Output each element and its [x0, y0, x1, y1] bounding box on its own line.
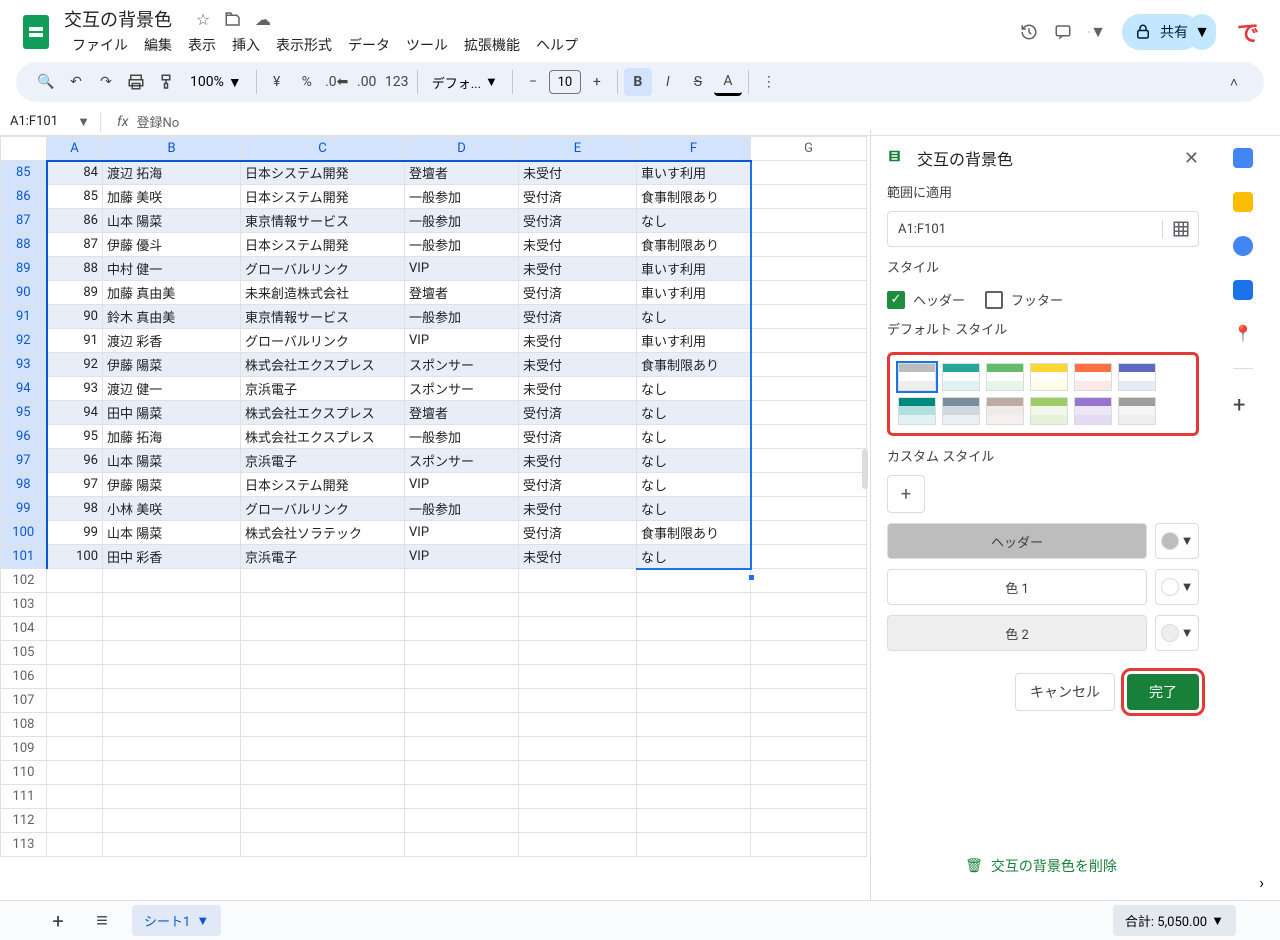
- color1-picker[interactable]: ▼: [1155, 569, 1199, 605]
- meet-icon[interactable]: ▼: [1088, 23, 1106, 41]
- sidepanel-title: 交互の背景色: [917, 146, 1013, 170]
- comment-icon[interactable]: [1054, 23, 1072, 41]
- more-icon[interactable]: ⋮: [755, 68, 783, 96]
- increase-fontsize-icon[interactable]: +: [583, 68, 611, 96]
- zoom-select[interactable]: 100% ▼: [182, 74, 250, 91]
- hide-rail-icon[interactable]: ›: [1259, 873, 1264, 892]
- trash-icon: 🗑: [965, 858, 983, 874]
- header-color-picker[interactable]: ▼: [1155, 523, 1199, 559]
- style-swatch-purple[interactable]: [1074, 397, 1112, 425]
- percent-button[interactable]: %: [293, 68, 321, 96]
- add-addon-icon[interactable]: +: [1233, 393, 1253, 413]
- redo-icon[interactable]: ↷: [92, 68, 120, 96]
- alternating-colors-panel: 交互の背景色 ✕ 範囲に適用 A1:F101 スタイル ✓ヘッダー フッター デ…: [870, 130, 1215, 918]
- tasks-icon[interactable]: [1233, 236, 1253, 256]
- search-icon[interactable]: 🔍: [32, 68, 60, 96]
- apply-range-label: 範囲に適用: [887, 182, 1199, 201]
- maps-icon[interactable]: 📍: [1233, 324, 1253, 344]
- toolbar: 🔍 ↶ ↷ 100% ▼ ¥ % .0⬅ .00 123 デフォ... ▼ − …: [16, 62, 1264, 102]
- add-sheet-icon[interactable]: +: [44, 907, 72, 935]
- style-swatch-blue[interactable]: [1118, 363, 1156, 391]
- currency-button[interactable]: ¥: [263, 68, 291, 96]
- sheet-tabs-bar: + ≡ シート1 ▼ 合計: 5,050.00 ▼: [0, 900, 1280, 940]
- style-swatch-green[interactable]: [986, 363, 1024, 391]
- style-swatch-orange[interactable]: [1074, 363, 1112, 391]
- range-input[interactable]: A1:F101: [888, 222, 1162, 237]
- menu-insert[interactable]: 挿入: [224, 31, 268, 59]
- style-label: スタイル: [887, 257, 1199, 276]
- style-swatch-grey2[interactable]: [942, 397, 980, 425]
- title-bar: 交互の背景色 ☆ ☁ ファイル 編集 表示 挿入 表示形式 データ ツール 拡張…: [0, 0, 1280, 56]
- sheets-logo[interactable]: [16, 12, 56, 52]
- menu-tools[interactable]: ツール: [398, 31, 456, 59]
- format-123-button[interactable]: 123: [383, 68, 411, 96]
- custom-styles-label: カスタム スタイル: [887, 446, 1199, 465]
- textcolor-button[interactable]: A: [714, 68, 742, 96]
- menu-view[interactable]: 表示: [180, 31, 224, 59]
- header-color-label: ヘッダー: [887, 523, 1147, 559]
- bold-button[interactable]: B: [624, 68, 652, 96]
- default-styles-highlight: [887, 352, 1199, 436]
- account-avatar[interactable]: で: [1232, 16, 1264, 48]
- cancel-button[interactable]: キャンセル: [1015, 673, 1115, 711]
- remove-alternating-link[interactable]: 🗑 交互の背景色を削除: [871, 840, 1211, 892]
- status-chip[interactable]: 合計: 5,050.00 ▼: [1113, 905, 1236, 936]
- style-swatch-grey[interactable]: [898, 363, 936, 391]
- menu-file[interactable]: ファイル: [64, 31, 136, 59]
- style-swatch-teal[interactable]: [942, 363, 980, 391]
- header-checkbox[interactable]: ✓ヘッダー: [887, 290, 965, 309]
- menu-extensions[interactable]: 拡張機能: [456, 31, 528, 59]
- style-swatch-grey3[interactable]: [1118, 397, 1156, 425]
- increase-decimal-icon[interactable]: .00: [353, 68, 381, 96]
- menu-help[interactable]: ヘルプ: [528, 31, 586, 59]
- move-icon[interactable]: [224, 10, 242, 28]
- footer-checkbox[interactable]: フッター: [985, 290, 1063, 309]
- decrease-decimal-icon[interactable]: .0⬅: [323, 68, 351, 96]
- star-icon[interactable]: ☆: [194, 10, 212, 28]
- fontsize-input[interactable]: 10: [549, 70, 581, 94]
- share-dropdown[interactable]: ▼: [1188, 14, 1216, 50]
- spreadsheet-grid[interactable]: ABCDEFG8584渡辺 拓海日本システム開発登壇者未受付車いす利用8685加…: [0, 136, 870, 918]
- name-box[interactable]: A1:F101 ▼: [10, 114, 90, 130]
- close-icon[interactable]: ✕: [1184, 148, 1199, 169]
- history-icon[interactable]: [1020, 23, 1038, 41]
- style-swatch-brown[interactable]: [986, 397, 1024, 425]
- range-picker-icon[interactable]: [1162, 220, 1198, 238]
- document-title[interactable]: 交互の背景色: [64, 6, 172, 32]
- color2-label: 色 2: [887, 615, 1147, 651]
- menu-format[interactable]: 表示形式: [268, 31, 340, 59]
- undo-icon[interactable]: ↶: [62, 68, 90, 96]
- right-rail: 📍 +: [1215, 136, 1271, 918]
- formula-input[interactable]: 登録No: [136, 112, 179, 131]
- contacts-icon[interactable]: [1233, 280, 1253, 300]
- style-swatch-teal2[interactable]: [898, 397, 936, 425]
- fx-icon: fx: [117, 114, 128, 130]
- menu-data[interactable]: データ: [340, 31, 398, 59]
- collapse-toolbar-icon[interactable]: ˄: [1220, 68, 1248, 96]
- print-icon[interactable]: [122, 68, 150, 96]
- selection-handle[interactable]: [748, 574, 755, 581]
- sheet-tab-active[interactable]: シート1 ▼: [132, 905, 221, 936]
- decrease-fontsize-icon[interactable]: −: [519, 68, 547, 96]
- cloud-icon[interactable]: ☁: [254, 10, 272, 28]
- all-sheets-icon[interactable]: ≡: [88, 907, 116, 935]
- color2-picker[interactable]: ▼: [1155, 615, 1199, 651]
- keep-icon[interactable]: [1233, 192, 1253, 212]
- calendar-icon[interactable]: [1233, 148, 1253, 168]
- style-swatch-yellow[interactable]: [1030, 363, 1068, 391]
- font-select[interactable]: デフォ... ▼: [424, 73, 506, 92]
- add-custom-style-button[interactable]: +: [887, 475, 925, 513]
- vertical-scrollbar[interactable]: [862, 449, 868, 489]
- default-styles-label: デフォルト スタイル: [887, 319, 1199, 338]
- share-label: 共有: [1160, 22, 1188, 42]
- done-button[interactable]: 完了: [1127, 674, 1199, 710]
- strike-button[interactable]: S: [684, 68, 712, 96]
- menu-bar: ファイル 編集 表示 挿入 表示形式 データ ツール 拡張機能 ヘルプ: [64, 32, 602, 58]
- italic-button[interactable]: I: [654, 68, 682, 96]
- color1-label: 色 1: [887, 569, 1147, 605]
- paint-format-icon[interactable]: [152, 68, 180, 96]
- menu-edit[interactable]: 編集: [136, 31, 180, 59]
- style-swatch-lime[interactable]: [1030, 397, 1068, 425]
- fill-icon: [887, 147, 905, 169]
